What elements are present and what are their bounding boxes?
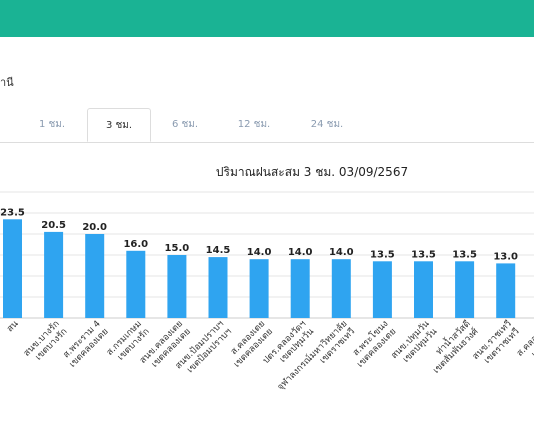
data-label: 13.0 [493,251,518,262]
bar [496,263,516,318]
category-label: ส.พระราม 4เขตคลองเตย [62,319,111,370]
category-label: สนข.ราชเทวีเขตราชเทวี [470,318,521,365]
bar [44,231,64,318]
bar [249,259,269,318]
category-label: สนข.ปทุมวันเขตปทุมวัน [390,319,440,365]
data-label: 13.5 [452,249,477,260]
data-label: 13.5 [411,249,436,260]
bar [167,255,187,318]
data-label: 20.5 [41,220,66,231]
data-label: 23.5 [0,207,25,218]
data-label: 15.0 [165,243,190,254]
bar [290,259,310,318]
bar [85,234,105,318]
rainfall-bar-chart: 23.5 สน 20.5 สนข.บางรักเขตบางรัก 20.0 ส.พระรา… [0,191,534,393]
data-label: 14.0 [329,247,354,258]
bar [372,261,392,318]
bar [414,261,433,318]
bar [331,259,351,318]
category-label: ส.คลองสามเขตคลอง [515,319,534,360]
category-label: สนข.บางรักเขตบางรัก [22,319,69,363]
bar [208,257,228,318]
data-label: 14.5 [206,245,231,256]
category-label: ส.พระโขนงเขตคลองเตย [351,318,399,369]
category-label: สน [5,319,20,334]
data-label: 13.5 [370,249,395,260]
category-label-line: สน [5,319,20,334]
bar [455,261,475,318]
data-label: 14.0 [247,247,272,258]
data-label: 14.0 [288,247,313,258]
bar [3,219,22,318]
bar [126,250,146,318]
data-label: 20.0 [82,222,107,233]
data-label: 16.0 [123,239,148,250]
